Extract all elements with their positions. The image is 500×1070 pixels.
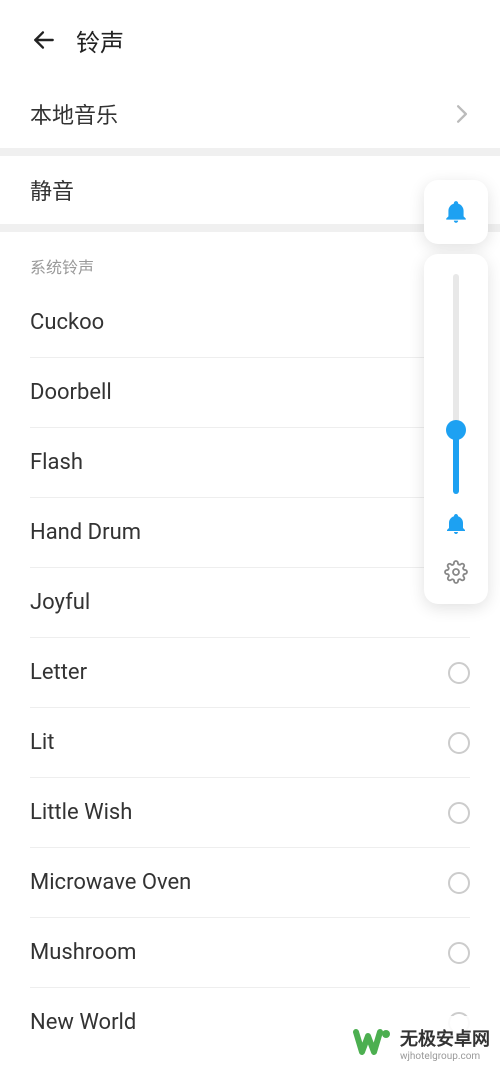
bell-icon — [444, 512, 468, 536]
ringtone-item[interactable]: Little Wish — [30, 778, 470, 848]
silent-label: 静音 — [30, 174, 74, 206]
ringtone-item[interactable]: Letter — [30, 638, 470, 708]
watermark: 无极安卓网 wjhotelgroup.com — [342, 1016, 500, 1070]
ringtone-label: Hand Drum — [30, 520, 141, 545]
volume-panel — [424, 180, 488, 604]
watermark-main: 无极安卓网 — [400, 1025, 490, 1051]
watermark-logo-icon — [352, 1022, 394, 1064]
radio-button[interactable] — [448, 942, 470, 964]
ringtone-label: Little Wish — [30, 800, 132, 825]
radio-button[interactable] — [448, 872, 470, 894]
gear-icon — [444, 560, 468, 584]
ringtone-item[interactable]: Microwave Oven — [30, 848, 470, 918]
ringtone-item[interactable]: Doorbell — [30, 358, 470, 428]
ringtone-item[interactable]: Hand Drum — [30, 498, 470, 568]
radio-button[interactable] — [448, 662, 470, 684]
local-music-item[interactable]: 本地音乐 — [0, 80, 500, 148]
ringtone-label: Letter — [30, 660, 87, 685]
watermark-text: 无极安卓网 wjhotelgroup.com — [400, 1025, 490, 1062]
volume-slider-card — [424, 254, 488, 604]
ringtone-item[interactable]: Flash — [30, 428, 470, 498]
ringtone-label: Flash — [30, 450, 83, 475]
ringtone-label: Microwave Oven — [30, 870, 191, 895]
volume-mode-button[interactable] — [424, 180, 488, 244]
volume-slider[interactable] — [453, 274, 459, 494]
ringtone-item[interactable]: Mushroom — [30, 918, 470, 988]
volume-type-icon — [444, 512, 468, 540]
local-music-label: 本地音乐 — [30, 98, 118, 130]
ringtone-label: Doorbell — [30, 380, 112, 405]
volume-fill — [453, 434, 459, 494]
volume-thumb[interactable] — [446, 420, 466, 440]
volume-settings-button[interactable] — [444, 560, 468, 588]
arrow-left-icon — [31, 27, 57, 53]
page-title: 铃声 — [76, 23, 124, 58]
ringtone-label: New World — [30, 1010, 136, 1035]
ringtone-label: Lit — [30, 730, 54, 755]
radio-button[interactable] — [448, 802, 470, 824]
back-button[interactable] — [30, 26, 58, 54]
ringtone-label: Cuckoo — [30, 310, 104, 335]
ringtone-label: Mushroom — [30, 940, 136, 965]
chevron-right-icon — [454, 106, 470, 122]
ringtone-item[interactable]: Joyful — [30, 568, 470, 638]
watermark-sub: wjhotelgroup.com — [400, 1051, 490, 1062]
ringtone-label: Joyful — [30, 590, 90, 615]
divider — [0, 148, 500, 156]
header: 铃声 — [0, 0, 500, 80]
radio-button[interactable] — [448, 732, 470, 754]
ringtone-item[interactable]: Lit — [30, 708, 470, 778]
ringtone-item[interactable]: Cuckoo — [30, 288, 470, 358]
bell-icon — [443, 199, 469, 225]
